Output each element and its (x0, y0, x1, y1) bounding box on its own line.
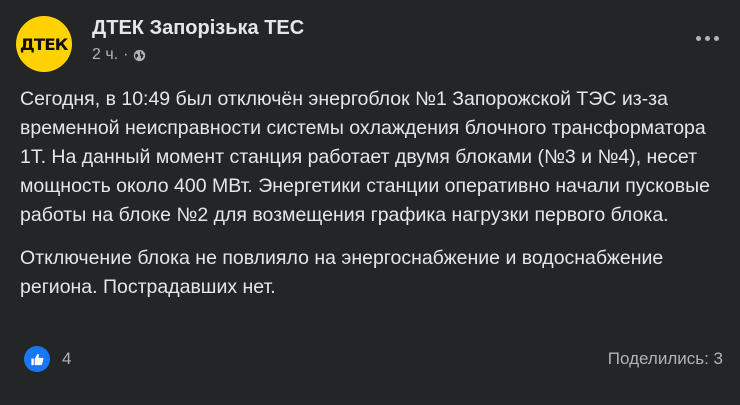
reactions-summary[interactable]: 4 (24, 346, 71, 372)
post-paragraph: Отключение блока не повлияло на энергосн… (20, 247, 664, 298)
post-timestamp[interactable]: 2 ч. (92, 46, 118, 64)
menu-dot (704, 35, 710, 41)
post-meta: 2 ч. · (92, 46, 146, 64)
menu-dot (695, 35, 701, 41)
post-paragraph: Сегодня, в 10:49 был отключён энергоблок… (20, 88, 710, 226)
meta-separator: · (123, 46, 129, 63)
post-footer: 4 Поделились: 3 (0, 343, 740, 375)
post-text: Сегодня, в 10:49 был отключён энергоблок… (20, 85, 730, 316)
like-icon (24, 346, 50, 372)
menu-dot (713, 35, 719, 41)
like-count: 4 (62, 349, 72, 368)
more-horizontal-icon[interactable] (692, 28, 722, 48)
post-card: ДТЕК ДТЕК Запорізька ТЕС 2 ч. · Сегодня,… (0, 0, 740, 405)
globe-icon[interactable] (133, 49, 146, 62)
avatar-logo-text: ДТЕК (20, 34, 68, 54)
page-name-link[interactable]: ДТЕК Запорізька ТЕС (92, 17, 304, 40)
avatar[interactable]: ДТЕК (16, 16, 72, 72)
shares-count[interactable]: Поделились: 3 (608, 349, 723, 369)
